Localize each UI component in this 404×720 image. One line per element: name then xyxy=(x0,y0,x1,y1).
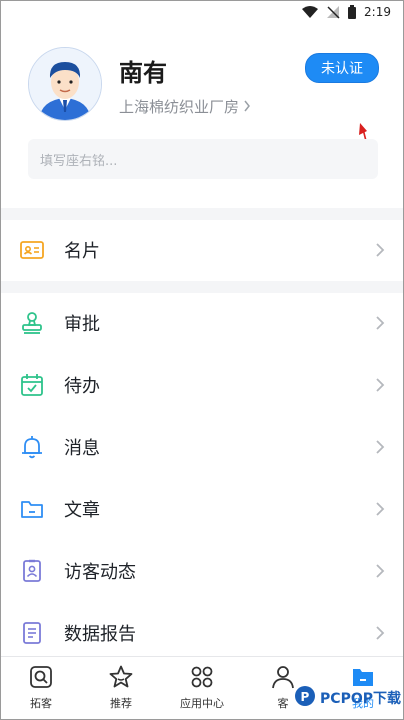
app-frame: 2:19 南有 上海棉纺织业厂房 未认证 填写座右铭... 名片 审批 待办 消… xyxy=(0,0,404,720)
company-name: 上海棉纺织业厂房 xyxy=(119,98,240,116)
status-time: 2:19 xyxy=(364,5,391,19)
menu-label-todo: 待办 xyxy=(64,376,100,397)
star-icon xyxy=(107,663,135,691)
chevron-right-icon xyxy=(375,563,385,579)
business-card-icon xyxy=(19,237,45,263)
user-name: 南有 xyxy=(119,59,167,87)
chevron-right-icon xyxy=(375,501,385,517)
menu-item-card[interactable]: 名片 xyxy=(1,219,403,281)
status-bar: 2:19 xyxy=(1,1,403,27)
menu-label-approval: 审批 xyxy=(64,314,100,335)
tab-recommend[interactable]: 推荐 xyxy=(86,663,156,717)
visitor-badge-icon xyxy=(19,558,45,584)
menu-label-data-report: 数据报告 xyxy=(64,624,136,645)
chevron-right-icon xyxy=(375,625,385,641)
avatar[interactable] xyxy=(28,47,102,121)
watermark-text: PCPOP下载 xyxy=(320,691,401,707)
chevron-right-icon xyxy=(243,98,251,116)
menu-item-approval[interactable]: 审批 xyxy=(1,292,403,354)
pcpop-logo-icon: P xyxy=(294,685,316,711)
bell-icon xyxy=(19,434,45,460)
company-link[interactable]: 上海棉纺织业厂房 xyxy=(119,96,251,117)
folder-icon xyxy=(19,496,45,522)
chevron-right-icon xyxy=(375,315,385,331)
motto-input[interactable]: 填写座右铭... xyxy=(28,139,378,179)
stamp-icon xyxy=(19,310,45,336)
battery-icon xyxy=(348,5,357,19)
apps-grid-icon xyxy=(188,663,216,691)
tab-label-prospect: 拓客 xyxy=(30,697,52,710)
pcpop-watermark: P PCPOP下载 xyxy=(294,685,401,711)
menu-item-articles[interactable]: 文章 xyxy=(1,478,403,540)
menu-item-todo[interactable]: 待办 xyxy=(1,354,403,416)
calendar-check-icon xyxy=(19,372,45,398)
tab-prospect[interactable]: 拓客 xyxy=(6,663,76,717)
tab-label-app-center: 应用中心 xyxy=(180,697,224,710)
chevron-right-icon xyxy=(375,439,385,455)
tab-label-recommend: 推荐 xyxy=(110,697,132,710)
report-icon xyxy=(19,620,45,646)
unverified-button[interactable]: 未认证 xyxy=(305,53,379,83)
menu-label-messages: 消息 xyxy=(64,438,100,459)
search-frame-icon xyxy=(27,663,55,691)
chevron-right-icon xyxy=(375,377,385,393)
menu-label-visitor-activity: 访客动态 xyxy=(64,562,136,583)
tab-app-center[interactable]: 应用中心 xyxy=(167,663,237,717)
menu-item-data-report[interactable]: 数据报告 xyxy=(1,602,403,664)
svg-text:P: P xyxy=(301,690,310,704)
no-signal-icon xyxy=(326,5,340,19)
chevron-right-icon xyxy=(375,242,385,258)
tab-label-customer: 客 xyxy=(277,697,289,710)
profile-header: 南有 上海棉纺织业厂房 未认证 填写座右铭... xyxy=(1,41,403,201)
menu-item-visitor-activity[interactable]: 访客动态 xyxy=(1,540,403,602)
wifi-icon xyxy=(302,6,319,18)
menu-label-articles: 文章 xyxy=(64,500,100,521)
menu-item-messages[interactable]: 消息 xyxy=(1,416,403,478)
person-icon xyxy=(269,663,297,691)
menu-label-card: 名片 xyxy=(64,241,100,262)
